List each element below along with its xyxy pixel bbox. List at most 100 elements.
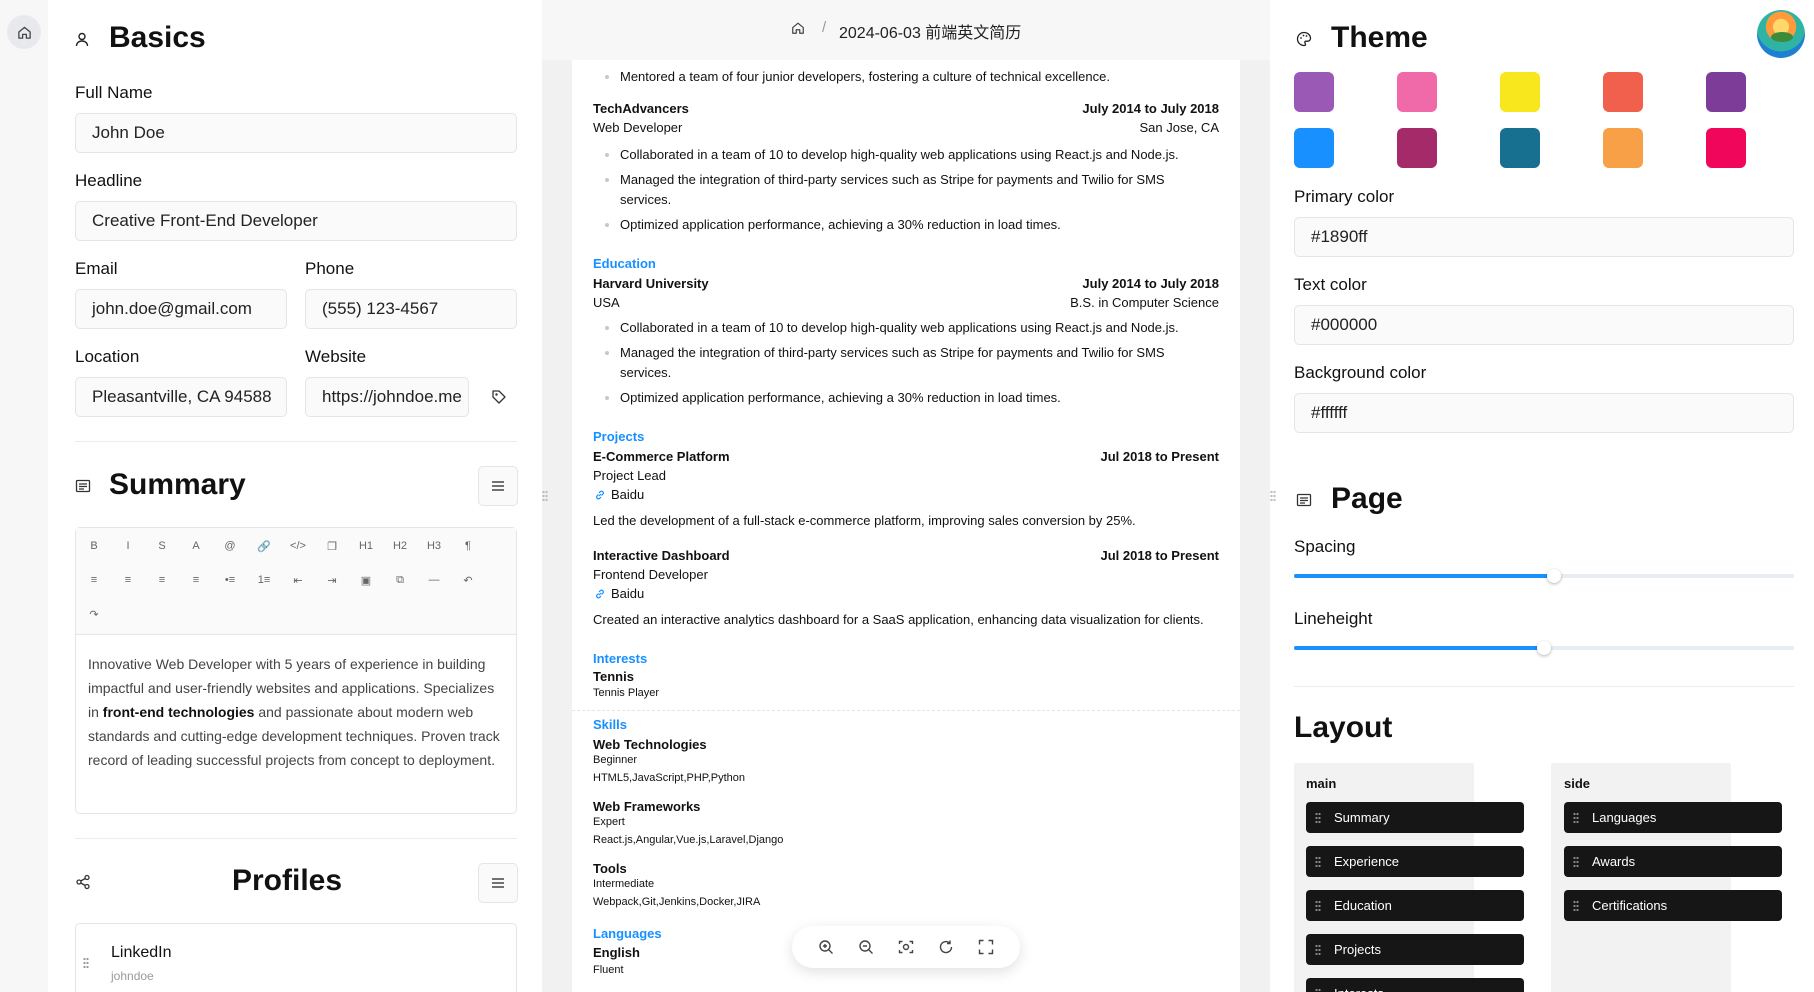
color-swatch[interactable] xyxy=(1500,72,1540,112)
color-swatch[interactable] xyxy=(1603,72,1643,112)
text-color-icon[interactable]: A xyxy=(188,538,204,554)
home-button[interactable] xyxy=(7,15,41,49)
background-color-input[interactable]: #ffffff xyxy=(1294,393,1794,433)
color-swatch[interactable] xyxy=(1706,72,1746,112)
drag-handle-icon[interactable] xyxy=(1315,944,1321,955)
color-swatch[interactable] xyxy=(1294,128,1334,168)
image-icon[interactable]: ▣ xyxy=(358,572,374,588)
interest-name: Tennis xyxy=(593,669,634,684)
resize-handle-left[interactable] xyxy=(542,490,548,501)
ordered-list-icon[interactable]: 1≡ xyxy=(256,572,272,588)
primary-color-input[interactable]: #1890ff xyxy=(1294,217,1794,257)
menu-icon xyxy=(492,481,504,491)
summary-menu-button[interactable] xyxy=(478,466,518,506)
align-left-icon[interactable]: ≡ xyxy=(86,572,102,588)
paragraph-icon[interactable]: ¶ xyxy=(460,538,476,554)
indent-icon[interactable]: ⇥ xyxy=(324,572,340,588)
avatar-island xyxy=(1771,32,1793,42)
strike-icon[interactable]: S xyxy=(154,538,170,554)
avatar[interactable] xyxy=(1757,10,1805,58)
project-link[interactable]: Baidu xyxy=(611,586,644,601)
breadcrumb-title[interactable]: 2024-06-03 前端英文简历 xyxy=(839,19,1021,43)
side-column-label: side xyxy=(1564,776,1591,791)
color-swatch[interactable] xyxy=(1500,128,1540,168)
project-role: Project Lead xyxy=(593,468,666,483)
drag-handle-icon[interactable] xyxy=(1315,856,1321,867)
project-link[interactable]: Baidu xyxy=(611,487,644,502)
layout-item-experience[interactable]: Experience xyxy=(1306,846,1524,877)
summary-text[interactable]: Innovative Web Developer with 5 years of… xyxy=(88,652,508,772)
drag-handle-icon[interactable] xyxy=(1573,812,1579,823)
horizontal-rule-icon[interactable]: — xyxy=(426,572,442,588)
project-date: Jul 2018 to Present xyxy=(1100,548,1220,563)
location-input[interactable]: Pleasantville, CA 94588 xyxy=(75,377,287,417)
reset-icon[interactable] xyxy=(938,939,954,955)
layout-item-label: Summary xyxy=(1334,810,1390,825)
skill-level: Intermediate xyxy=(593,878,655,890)
layout-item-education[interactable]: Education xyxy=(1306,890,1524,921)
profile-item[interactable]: LinkedIn johndoe xyxy=(75,923,517,992)
italic-icon[interactable]: I xyxy=(120,538,136,554)
headline-input[interactable]: Creative Front-End Developer xyxy=(75,201,517,241)
layout-item-summary[interactable]: Summary xyxy=(1306,802,1524,833)
phone-input[interactable]: (555) 123-4567 xyxy=(305,289,517,329)
align-justify-icon[interactable]: ≡ xyxy=(188,572,204,588)
redo-icon[interactable]: ↷ xyxy=(86,606,102,622)
spacing-slider[interactable] xyxy=(1294,569,1794,583)
color-swatch[interactable] xyxy=(1706,128,1746,168)
heading2-icon[interactable]: H2 xyxy=(392,538,408,554)
layout-item-projects[interactable]: Projects xyxy=(1306,934,1524,965)
drag-handle-icon[interactable] xyxy=(1573,856,1579,867)
website-input[interactable]: https://johndoe.me xyxy=(305,377,469,417)
layout-item-certifications[interactable]: Certifications xyxy=(1564,890,1782,921)
heading3-icon[interactable]: H3 xyxy=(426,538,442,554)
color-swatch[interactable] xyxy=(1397,128,1437,168)
tag-icon[interactable] xyxy=(491,389,507,405)
edu-school: Harvard University xyxy=(593,276,709,291)
slider-handle[interactable] xyxy=(1547,569,1561,583)
align-right-icon[interactable]: ≡ xyxy=(154,572,170,588)
slider-handle[interactable] xyxy=(1537,641,1551,655)
project-role: Frontend Developer xyxy=(593,567,708,582)
home-icon[interactable] xyxy=(791,21,805,35)
menu-icon xyxy=(492,878,504,888)
resize-handle[interactable] xyxy=(1270,490,1276,501)
lineheight-slider[interactable] xyxy=(1294,641,1794,655)
zoom-in-icon[interactable] xyxy=(818,939,834,955)
skill-keywords: HTML5,JavaScript,PHP,Python xyxy=(593,772,746,784)
zoom-out-icon[interactable] xyxy=(858,939,874,955)
spacing-label: Spacing xyxy=(1294,537,1356,556)
theme-title: Theme xyxy=(1331,21,1428,54)
heading1-icon[interactable]: H1 xyxy=(358,538,374,554)
fit-screen-icon[interactable] xyxy=(898,939,914,955)
layout-item-awards[interactable]: Awards xyxy=(1564,846,1782,877)
layout-item-label: Education xyxy=(1334,898,1392,913)
color-swatch[interactable] xyxy=(1603,128,1643,168)
link-icon[interactable]: 🔗 xyxy=(256,538,272,554)
layout-item-languages[interactable]: Languages xyxy=(1564,802,1782,833)
drag-handle-icon[interactable] xyxy=(83,957,89,968)
email-input[interactable]: john.doe@gmail.com xyxy=(75,289,287,329)
color-swatch[interactable] xyxy=(1294,72,1334,112)
full-name-input[interactable]: John Doe xyxy=(75,113,517,153)
profiles-title: Profiles xyxy=(232,864,343,897)
highlight-icon[interactable]: @ xyxy=(222,538,238,554)
outdent-icon[interactable]: ⇤ xyxy=(290,572,306,588)
drag-handle-icon[interactable] xyxy=(1573,900,1579,911)
bold-icon[interactable]: B xyxy=(86,538,102,554)
text-color-input[interactable]: #000000 xyxy=(1294,305,1794,345)
align-center-icon[interactable]: ≡ xyxy=(120,572,136,588)
drag-handle-icon[interactable] xyxy=(1315,900,1321,911)
bullet-list-icon[interactable]: •≡ xyxy=(222,572,238,588)
layout-item-interests[interactable]: Interests xyxy=(1306,978,1524,992)
color-swatch[interactable] xyxy=(1397,72,1437,112)
fullscreen-icon[interactable] xyxy=(978,939,994,955)
code-icon[interactable]: </> xyxy=(290,538,306,554)
drag-handle-icon[interactable] xyxy=(1315,988,1321,992)
project-name: E-Commerce Platform xyxy=(593,449,730,464)
embed-icon[interactable]: ⧉ xyxy=(392,572,408,588)
profiles-menu-button[interactable] xyxy=(478,863,518,903)
drag-handle-icon[interactable] xyxy=(1315,812,1321,823)
undo-icon[interactable]: ↶ xyxy=(460,572,476,588)
code-block-icon[interactable]: ❐ xyxy=(324,538,340,554)
